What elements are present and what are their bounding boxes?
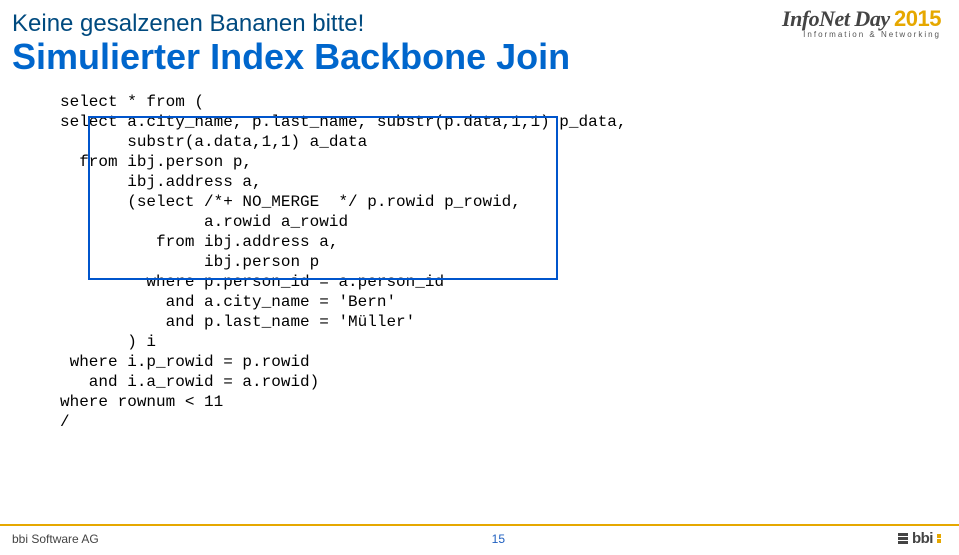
slide-subtitle: Simulierter Index Backbone Join <box>0 36 959 78</box>
logo-year: 2015 <box>894 6 941 31</box>
footer-company: bbi Software AG <box>12 532 99 546</box>
slide-footer: bbi Software AG 15 bbi <box>0 524 959 547</box>
footer-logo-bars-icon <box>898 533 908 544</box>
footer-page-number: 15 <box>492 532 505 546</box>
event-logo: InfoNet Day 2015 Information & Networkin… <box>782 6 941 39</box>
footer-logo: bbi <box>898 530 941 547</box>
logo-tagline: Information & Networking <box>782 30 941 39</box>
sql-code: select * from ( select a.city_name, p.la… <box>0 78 959 432</box>
logo-name: InfoNet Day <box>782 6 890 31</box>
footer-logo-squares-icon <box>937 534 941 543</box>
footer-logo-text: bbi <box>912 530 933 547</box>
